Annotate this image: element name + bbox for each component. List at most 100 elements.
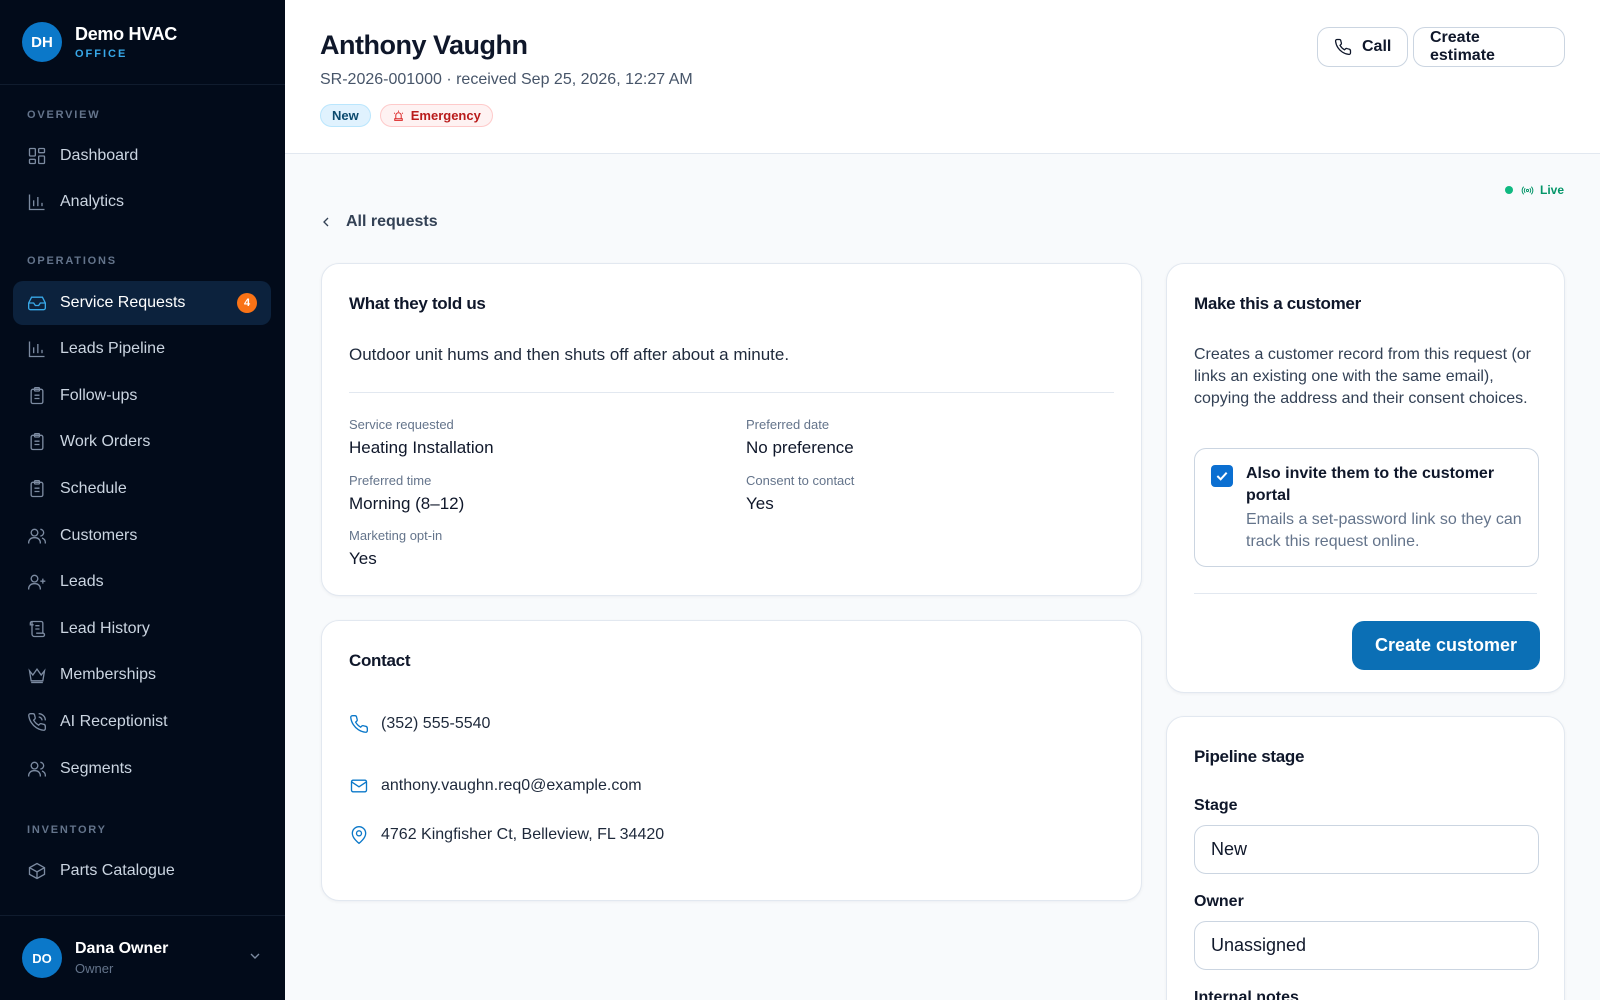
email-value: anthony.vaughn.req0@example.com xyxy=(381,777,642,794)
chevron-left-icon xyxy=(323,217,329,227)
make-customer-card: Make this a customer Creates a customer … xyxy=(1166,263,1565,693)
clipboard-icon xyxy=(27,479,47,499)
brand-logo: DH xyxy=(22,22,62,62)
sidebar-item-follow-ups[interactable]: Follow-ups xyxy=(13,374,271,418)
sidebar-item-label: Memberships xyxy=(60,666,157,683)
invite-checkbox[interactable] xyxy=(1211,465,1233,487)
phone-value: (352) 555-5540 xyxy=(381,715,491,732)
nav-section-overview: OVERVIEW xyxy=(27,109,101,121)
avatar: DO xyxy=(22,938,62,978)
address-value: 4762 Kingfisher Ct, Belleview, FL 34420 xyxy=(381,826,665,843)
bar-chart-icon xyxy=(27,339,47,359)
sidebar-item-lead-history[interactable]: Lead History xyxy=(13,607,271,651)
sidebar-item-memberships[interactable]: Memberships xyxy=(13,653,271,697)
user-name: Dana Owner xyxy=(75,940,169,957)
bar-chart-icon xyxy=(27,192,47,212)
contact-address[interactable]: 4762 Kingfisher Ct, Belleview, FL 34420 xyxy=(349,825,664,845)
card-title: What they told us xyxy=(349,294,486,313)
user-role: Owner xyxy=(75,961,114,976)
brand-name: Demo HVAC xyxy=(75,24,177,44)
invite-option[interactable]: Also invite them to the customer portal … xyxy=(1194,448,1539,567)
live-indicator: Live xyxy=(1505,183,1564,197)
sidebar-item-segments[interactable]: Segments xyxy=(13,747,271,791)
back-link[interactable]: All requests xyxy=(318,213,438,231)
request-details-card: What they told us Outdoor unit hums and … xyxy=(321,263,1142,596)
field-value: Morning (8–12) xyxy=(349,494,465,513)
crown-icon xyxy=(27,665,47,685)
user-plus-icon xyxy=(27,572,47,592)
divider xyxy=(1194,593,1537,594)
page-title: Anthony Vaughn xyxy=(320,30,528,60)
divider xyxy=(349,392,1114,393)
scroll-icon xyxy=(27,619,47,639)
sidebar-item-label: Analytics xyxy=(60,193,125,210)
sidebar-item-label: Customers xyxy=(60,527,138,544)
live-dot xyxy=(1505,186,1513,194)
brand-subtitle: OFFICE xyxy=(75,48,128,60)
nav-section-operations: OPERATIONS xyxy=(27,255,117,267)
sidebar-item-work-orders[interactable]: Work Orders xyxy=(13,420,271,464)
sidebar: DH Demo HVAC OFFICE OVERVIEW Dashboard A… xyxy=(0,0,285,1000)
owner-select[interactable]: Unassigned xyxy=(1194,921,1539,970)
clipboard-icon xyxy=(27,386,47,406)
invite-title: Also invite them to the customer portal xyxy=(1246,465,1495,504)
status-badge: New xyxy=(320,104,371,127)
pipeline-stage-card: Pipeline stage Stage New Owner Unassigne… xyxy=(1166,716,1565,1000)
contact-card: Contact (352) 555-5540 anthony.vaughn.re… xyxy=(321,620,1142,901)
customer-message: Outdoor unit hums and then shuts off aft… xyxy=(349,345,790,364)
sidebar-item-leads[interactable]: Leads xyxy=(13,560,271,604)
card-title: Contact xyxy=(349,651,411,670)
field-value: Yes xyxy=(349,549,377,568)
field-value: No preference xyxy=(746,438,854,457)
stage-select[interactable]: New xyxy=(1194,825,1539,874)
user-menu[interactable]: DO Dana Owner Owner xyxy=(0,915,285,1000)
field-label: Marketing opt-in xyxy=(349,528,443,543)
inbox-icon xyxy=(27,293,47,313)
phone-icon xyxy=(350,714,369,733)
sidebar-item-label: Follow-ups xyxy=(60,387,138,404)
grid-icon xyxy=(27,146,47,166)
request-meta: SR-2026-001000 · received Sep 25, 2026, … xyxy=(320,71,693,88)
sidebar-item-dashboard[interactable]: Dashboard xyxy=(13,134,271,178)
owner-label: Owner xyxy=(1194,893,1244,910)
count-badge: 4 xyxy=(237,293,257,313)
create-estimate-button[interactable]: Create estimate xyxy=(1413,27,1565,67)
field-label: Consent to contact xyxy=(746,473,855,488)
users-icon xyxy=(27,526,47,546)
field-label: Preferred time xyxy=(349,473,432,488)
invite-description: Emails a set-password link so they can t… xyxy=(1246,511,1522,550)
create-customer-button[interactable]: Create customer xyxy=(1352,621,1540,670)
sidebar-item-label: Service Requests xyxy=(60,294,186,311)
page-header: Anthony Vaughn SR-2026-001000 · received… xyxy=(285,0,1600,154)
stage-label: Stage xyxy=(1194,797,1238,814)
sidebar-item-label: Lead History xyxy=(60,620,150,637)
notes-label: Internal notes xyxy=(1194,989,1299,1000)
nav-section-inventory: INVENTORY xyxy=(27,824,107,836)
sidebar-item-service-requests[interactable]: Service Requests 4 xyxy=(13,281,271,325)
contact-phone[interactable]: (352) 555-5540 xyxy=(349,714,490,734)
radio-icon xyxy=(1521,185,1534,195)
card-description: Creates a customer record from this requ… xyxy=(1194,346,1532,407)
card-title: Make this a customer xyxy=(1194,294,1361,313)
priority-badge: Emergency xyxy=(379,104,493,127)
siren-icon xyxy=(393,110,403,121)
chevron-down-icon[interactable] xyxy=(247,948,263,969)
sidebar-item-schedule[interactable]: Schedule xyxy=(13,467,271,511)
sidebar-item-label: Segments xyxy=(60,760,133,777)
check-icon xyxy=(1216,471,1228,481)
sidebar-item-customers[interactable]: Customers xyxy=(13,514,271,558)
phone-call-icon xyxy=(27,712,47,732)
sidebar-item-leads-pipeline[interactable]: Leads Pipeline xyxy=(13,327,271,371)
card-title: Pipeline stage xyxy=(1194,747,1305,766)
contact-email[interactable]: anthony.vaughn.req0@example.com xyxy=(349,776,642,796)
clipboard-icon xyxy=(27,432,47,452)
back-label: All requests xyxy=(346,213,438,230)
sidebar-item-parts-catalogue[interactable]: Parts Catalogue xyxy=(13,849,271,893)
sidebar-item-analytics[interactable]: Analytics xyxy=(13,180,271,224)
sidebar-item-label: Dashboard xyxy=(60,147,139,164)
sidebar-item-ai-receptionist[interactable]: AI Receptionist xyxy=(13,700,271,744)
brand[interactable]: DH Demo HVAC OFFICE xyxy=(0,0,285,85)
live-label: Live xyxy=(1540,183,1565,197)
sidebar-item-label: Work Orders xyxy=(60,433,151,450)
call-button[interactable]: Call xyxy=(1317,27,1409,67)
